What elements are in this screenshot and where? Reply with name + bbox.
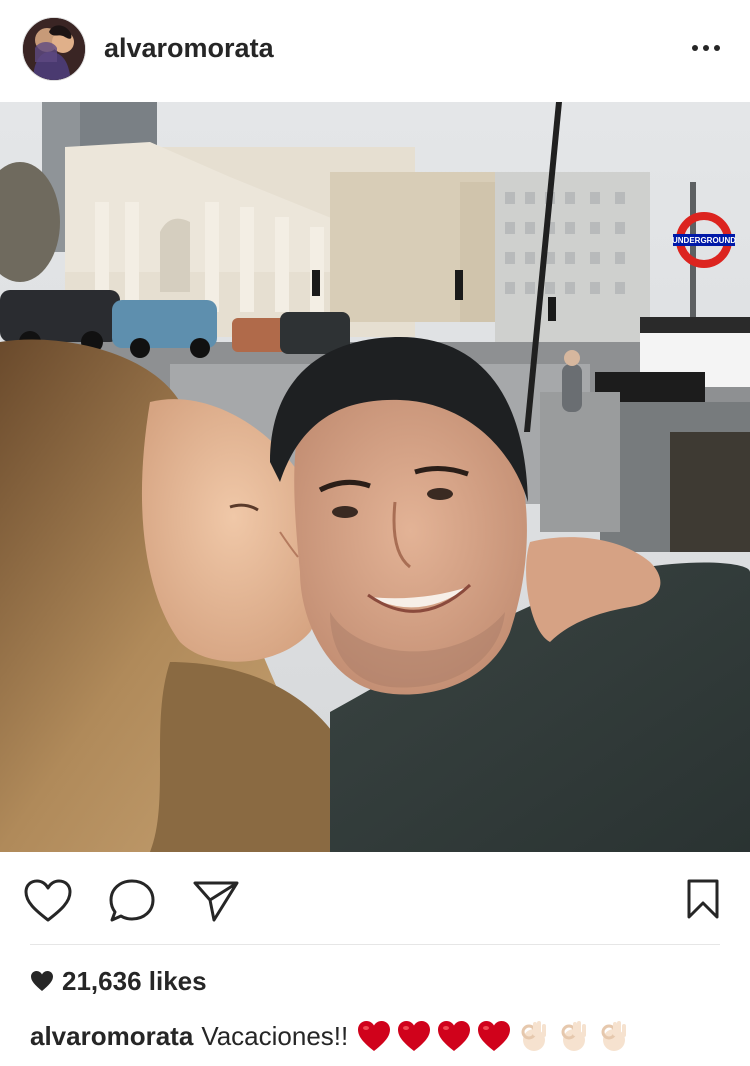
post-photo[interactable]: UNDERGROUND bbox=[0, 102, 750, 852]
post-username[interactable]: alvaromorata bbox=[104, 33, 274, 64]
post-header: alvaromorata bbox=[0, 0, 750, 102]
avatar[interactable] bbox=[22, 17, 86, 81]
caption-username[interactable]: alvaromorata bbox=[30, 1021, 193, 1052]
more-options-icon[interactable] bbox=[690, 36, 722, 60]
heart-outline-icon[interactable] bbox=[23, 878, 73, 924]
red-heart-emoji-icon bbox=[358, 1021, 391, 1051]
paper-plane-icon[interactable] bbox=[192, 880, 240, 924]
ok-hand-emoji-icon bbox=[561, 1021, 587, 1051]
red-heart-emoji-icon bbox=[398, 1021, 431, 1051]
underground-sign-text: UNDERGROUND bbox=[672, 236, 736, 245]
likes-count[interactable]: 21,636 likes bbox=[30, 964, 207, 998]
red-heart-emoji-icon bbox=[438, 1021, 471, 1051]
avatar-image bbox=[23, 18, 85, 80]
caption: alvaromorata Vacaciones!! bbox=[30, 1016, 636, 1056]
ok-hand-emoji-icon bbox=[601, 1021, 627, 1051]
post-actions-bar bbox=[0, 852, 750, 948]
actions-divider bbox=[30, 944, 720, 945]
caption-text: Vacaciones!! bbox=[201, 1020, 349, 1051]
photo-illustration: UNDERGROUND bbox=[0, 102, 750, 852]
heart-filled-icon bbox=[31, 971, 53, 991]
comment-bubble-icon[interactable] bbox=[108, 878, 156, 924]
bookmark-icon[interactable] bbox=[686, 878, 720, 920]
red-heart-emoji-icon bbox=[478, 1021, 511, 1051]
ok-hand-emoji-icon bbox=[521, 1021, 547, 1051]
likes-text: 21,636 likes bbox=[62, 965, 207, 996]
